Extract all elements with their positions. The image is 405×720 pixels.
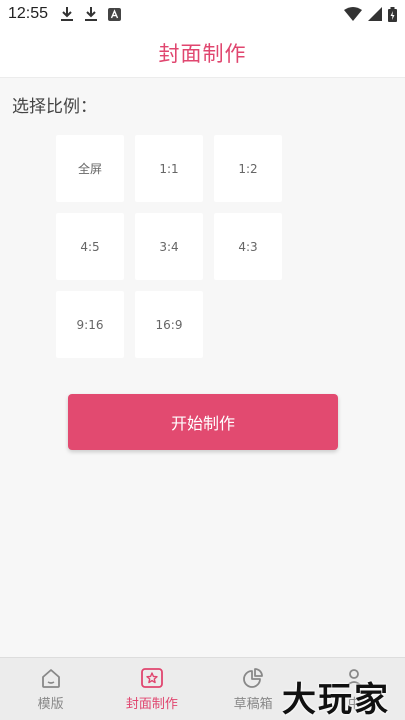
pie-chart-icon — [241, 666, 265, 690]
cover-icon — [140, 666, 164, 690]
home-icon — [39, 666, 63, 690]
tab-cover-making[interactable]: 封面制作 — [101, 658, 202, 720]
page-title: 封面制作 — [158, 41, 247, 66]
ratio-option-1-1[interactable]: 1:1 — [135, 135, 203, 202]
download-icon — [60, 6, 74, 22]
status-icons-left — [60, 6, 122, 22]
watermark-logo: 大玩家 — [282, 680, 390, 720]
tab-label: 模版 — [37, 697, 64, 712]
ratio-option-4-3[interactable]: 4:3 — [214, 213, 282, 280]
status-bar: 12:55 — [0, 0, 405, 28]
tab-label: 草稿箱 — [233, 697, 273, 712]
start-making-button[interactable]: 开始制作 — [68, 394, 338, 450]
app-header: 封面制作 — [0, 28, 405, 78]
ratio-option-3-4[interactable]: 3:4 — [135, 213, 203, 280]
ratio-option-16-9[interactable]: 16:9 — [135, 291, 203, 358]
ratio-grid: 全屏 1:1 1:2 4:5 3:4 4:3 9:16 16:9 — [56, 135, 286, 358]
ratio-option-1-2[interactable]: 1:2 — [214, 135, 282, 202]
tab-templates[interactable]: 模版 — [0, 658, 101, 720]
ratio-option-4-5[interactable]: 4:5 — [56, 213, 124, 280]
ratio-option-9-16[interactable]: 9:16 — [56, 291, 124, 358]
download-icon — [84, 6, 98, 22]
status-time: 12:55 — [8, 5, 49, 22]
battery-icon — [388, 6, 397, 22]
signal-icon — [368, 7, 382, 21]
text-box-icon — [108, 7, 122, 21]
tab-label: 封面制作 — [125, 697, 178, 712]
ratio-section-label: 选择比例： — [12, 97, 97, 117]
wifi-icon — [344, 7, 362, 21]
ratio-option-fullscreen[interactable]: 全屏 — [56, 135, 124, 202]
status-icons-right — [344, 6, 397, 22]
